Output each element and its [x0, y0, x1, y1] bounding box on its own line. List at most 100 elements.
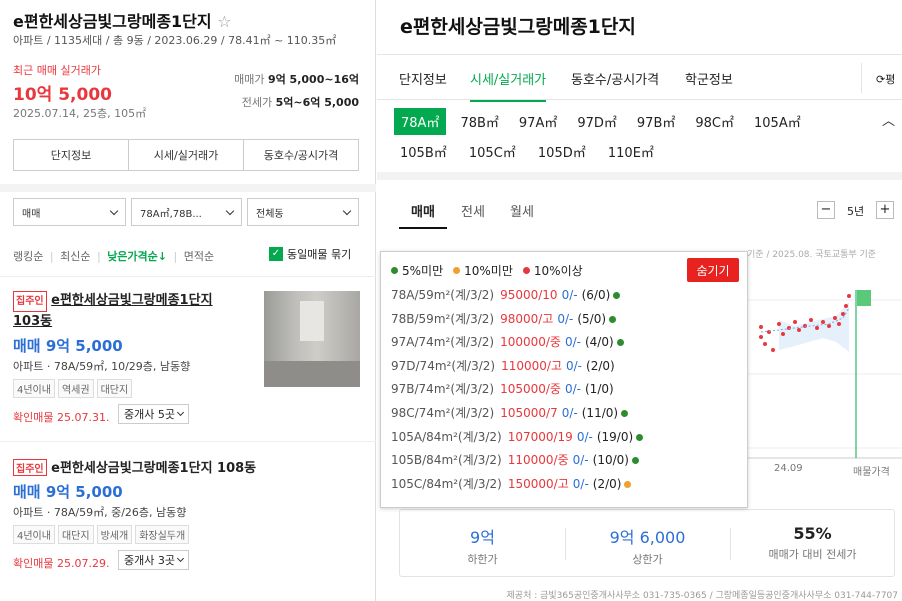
popup-row[interactable]: 78A/59m²(계/3/2) 95000/10 0/- (6/0) — [391, 286, 621, 303]
popup-row[interactable]: 98C/74m²(계/3/2) 105000/7 0/- (11/0) — [391, 404, 629, 421]
sort-options: 랭킹순 | 최신순 | 낮은가격순↓ | 면적순 — [13, 250, 215, 263]
popup-row-price: 105000/중 — [500, 382, 561, 397]
tab-price-active[interactable]: 시세/실거래가 — [470, 69, 547, 102]
complex-info: 아파트 / 1135세대 / 총 9동 / 2023.06.29 / 78.41… — [13, 34, 337, 47]
popup-row-ratio: 0/- — [572, 476, 589, 491]
area-chip[interactable]: 110E㎡ — [608, 146, 654, 161]
checkbox-checked-icon[interactable]: ✓ — [269, 247, 283, 261]
popup-legend: 5%미만 10%미만 10%이상 — [391, 262, 583, 279]
listing-title[interactable]: 집주인 e편한세상금빛그랑메종1단지 108동 — [13, 457, 256, 476]
area-chip[interactable]: 97D㎡ — [577, 112, 617, 131]
tab-price[interactable]: 시세/실거래가 — [129, 139, 244, 171]
period-label: 5년 — [847, 205, 865, 218]
data-source-note: 기준 / 2025.08. 국토교통부 기준 — [747, 250, 877, 260]
area-chip[interactable]: 105B㎡ — [400, 146, 447, 161]
listing-title-text: e편한세상금빛그랑메종1단지 108동 — [51, 461, 257, 476]
dong-select[interactable]: 전체동 — [247, 198, 359, 226]
listing-price: 매매 9억 5,000 — [13, 337, 123, 355]
chip: 방세개 — [96, 525, 133, 544]
area-chip[interactable]: 97A㎡ — [519, 112, 557, 131]
divider — [0, 184, 376, 192]
zoom-in-button[interactable]: + — [876, 201, 894, 219]
listing-item[interactable]: 집주인 e편한세상금빛그랑메종1단지 108동 매매 9억 5,000 아파트 … — [0, 441, 376, 587]
legend-label: 5%미만 — [402, 264, 444, 278]
popup-row-ratio: 0/- — [564, 382, 581, 397]
popup-row-type: 105B/84m²(계/3/2) — [391, 453, 502, 468]
area-chip[interactable]: 105A㎡ — [754, 112, 801, 131]
popup-row-count: (10/0) — [592, 453, 629, 468]
divider — [377, 172, 902, 180]
deal-tab-monthly[interactable]: 월세 — [510, 201, 534, 220]
area-chip[interactable]: 78B㎡ — [460, 112, 498, 131]
popup-row-type: 98C/74m²(계/3/2) — [391, 406, 495, 420]
chip: 대단지 — [96, 379, 133, 398]
listing-detail: 아파트 · 78A/59㎡, 중/26층, 남동향 — [13, 506, 187, 519]
area-chip[interactable]: 105D㎡ — [538, 146, 586, 161]
area-chip-row: 78A㎡ 78B㎡ 97A㎡ 97D㎡ 97B㎡ 98C㎡ 105A㎡ — [394, 108, 801, 135]
sort-ranking[interactable]: 랭킹순 — [13, 250, 43, 263]
listing-photo[interactable] — [264, 291, 360, 387]
sort-lowest-price[interactable]: 낮은가격순↓ — [107, 250, 167, 263]
popup-row[interactable]: 97D/74m²(계/3/2) 110000/고 0/- (2/0) — [391, 357, 615, 374]
popup-row[interactable]: 78B/59m²(계/3/2) 98000/고 0/- (5/0) — [391, 310, 617, 327]
tab-dong-ho[interactable]: 동호수/공시가격 — [244, 139, 359, 171]
sort-latest[interactable]: 최신순 — [60, 250, 90, 263]
deal-type-select[interactable]: 매매 — [13, 198, 126, 226]
listing-item[interactable]: 집주인 e편한세상금빛그랑메종1단지 103동 매매 9억 5,000 아파트 … — [0, 276, 376, 428]
popup-row[interactable]: 105A/84m²(계/3/2) 107000/19 0/- (19/0) — [391, 428, 644, 445]
refresh-label: 평 — [885, 73, 896, 86]
collapse-chevron-icon[interactable]: ︿ — [882, 110, 895, 129]
zoom-out-button[interactable]: − — [817, 201, 835, 219]
tab-complex-info[interactable]: 단지정보 — [13, 139, 129, 171]
popup-row[interactable]: 105C/84m²(계/3/2) 150000/고 0/- (2/0) — [391, 475, 632, 492]
agent-count-button[interactable]: 중개사 5곳 — [118, 404, 189, 424]
area-chip[interactable]: 105C㎡ — [469, 146, 516, 161]
popup-row-price: 107000/19 — [507, 429, 573, 444]
hide-popup-button[interactable]: 숨기기 — [687, 258, 739, 282]
popup-row[interactable]: 105B/84m²(계/3/2) 110000/중 0/- (10/0) — [391, 451, 639, 468]
popup-row-ratio: 0/- — [557, 311, 574, 326]
price-chart[interactable] — [739, 262, 902, 488]
dong-value: 전체동 — [256, 208, 284, 220]
summary-ratio-value: 55% — [793, 524, 832, 543]
popup-row[interactable]: 97B/74m²(계/3/2) 105000/중 0/- (1/0) — [391, 380, 614, 397]
tab-school[interactable]: 학군정보 — [685, 69, 733, 88]
popup-row-count: (6/0) — [581, 288, 611, 302]
sale-label: 매매가 — [234, 73, 265, 86]
group-same-toggle[interactable]: ✓ 동일매물 묶기 — [269, 246, 351, 262]
popup-row-price: 98000/고 — [500, 311, 554, 326]
recent-price: 10억 5,000 — [13, 85, 112, 105]
confirm-date: 확인매물 25.07.29. — [13, 557, 110, 570]
deal-tab-sale[interactable]: 매매 — [411, 201, 435, 220]
refresh-button[interactable]: ⟳평 — [861, 63, 902, 93]
popup-row-count: (5/0) — [577, 311, 607, 326]
favorite-star-icon[interactable]: ☆ — [217, 12, 231, 31]
tab-dong-ho[interactable]: 동호수/공시가격 — [571, 69, 659, 88]
tab-complex-info[interactable]: 단지정보 — [399, 69, 447, 88]
refresh-icon: ⟳ — [876, 73, 886, 86]
detail-tab-bar: 단지정보 시세/실거래가 동호수/공시가격 학군정보 ⟳평 — [377, 54, 902, 102]
chevron-down-icon — [225, 206, 235, 215]
confirm-date: 확인매물 25.07.31. — [13, 411, 110, 424]
area-chip[interactable]: 97B㎡ — [637, 112, 675, 131]
popup-row-type: 105C/84m²(계/3/2) — [391, 476, 502, 491]
area-chip[interactable]: 98C㎡ — [695, 112, 734, 131]
sort-area[interactable]: 면적순 — [184, 250, 214, 263]
legend-label: 10%미만 — [464, 264, 513, 278]
popup-row[interactable]: 97A/74m²(계/3/2) 100000/중 0/- (4/0) — [391, 333, 624, 350]
deal-tab-jeonse[interactable]: 전세 — [461, 201, 485, 220]
popup-row-price: 95000/10 — [500, 288, 558, 302]
chip: 화장실두개 — [135, 525, 190, 544]
listing-price: 매매 9억 5,000 — [13, 483, 123, 501]
status-dot-icon — [636, 433, 644, 441]
area-chip-active[interactable]: 78A㎡ — [394, 108, 447, 135]
agent-count-button[interactable]: 중개사 3곳 — [118, 550, 189, 570]
recent-date: 2025.07.14, 25층, 105㎡ — [13, 107, 147, 120]
listing-chips: 4년이내 대단지 방세개 화장실두개 — [13, 524, 192, 544]
popup-row-price: 150000/고 — [507, 476, 569, 491]
provider-footer: 제공처 : 금빛365공인중개사사무소 031-735-0365 / 그랑메종일… — [506, 591, 898, 601]
area-select[interactable]: 78A㎡,78B... — [131, 198, 242, 226]
listing-title-line2: 103동 — [13, 314, 53, 329]
listing-title[interactable]: 집주인 e편한세상금빛그랑메종1단지 103동 — [13, 291, 213, 331]
chip: 4년이내 — [13, 379, 55, 398]
